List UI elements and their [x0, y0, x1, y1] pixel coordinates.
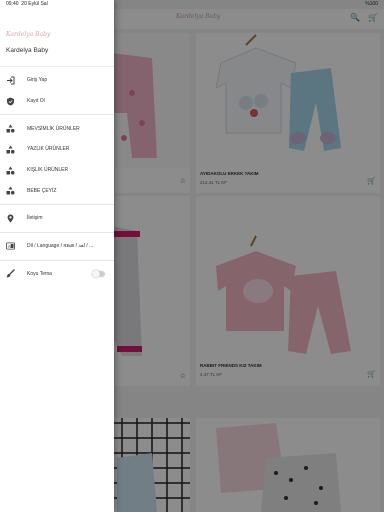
- category-icon: [6, 166, 15, 175]
- toggle-knob: [92, 269, 100, 278]
- dark-theme-toggle[interactable]: [92, 269, 105, 278]
- menu-item-summer[interactable]: YAZLIK ÜRÜNLER: [0, 139, 114, 160]
- menu-item-label: MEVSİMLİK ÜRÜNLER: [27, 125, 80, 132]
- brush-icon: [6, 269, 15, 278]
- brand-name: Kardelya Baby: [6, 47, 49, 54]
- menu-item-language[interactable]: A Dil / Language / язык / لغة / ...: [0, 236, 114, 257]
- drawer-header: Kardelya Baby Kardelya Baby: [0, 9, 114, 67]
- menu-item-label: Giriş Yap: [27, 77, 48, 84]
- svg-text:A: A: [8, 244, 11, 249]
- divider: [0, 259, 114, 261]
- menu-item-label: YAZLIK ÜRÜNLER: [27, 146, 70, 153]
- menu-item-label: Kayıt Ol: [27, 98, 45, 105]
- category-icon: [6, 145, 15, 154]
- menu-item-login[interactable]: Giriş Yap: [0, 70, 114, 91]
- menu-item-baby-dowry[interactable]: BEBE ÇEYİZ: [0, 180, 114, 201]
- status-bar: 09:40 20 Eylül Sal: [0, 0, 114, 9]
- divider: [0, 114, 114, 116]
- navigation-drawer: 09:40 20 Eylül Sal Kardelya Baby Kardely…: [0, 0, 114, 512]
- menu-item-label: İletişim: [27, 215, 43, 222]
- menu-item-seasonal[interactable]: MEVSİMLİK ÜRÜNLER: [0, 118, 114, 139]
- menu-item-label: KIŞLIK ÜRÜNLER: [27, 167, 69, 174]
- login-icon: [6, 76, 15, 85]
- menu-item-label: BEBE ÇEYİZ: [27, 187, 57, 194]
- shield-check-icon: [6, 97, 15, 106]
- category-icon: [6, 186, 15, 195]
- drawer-menu: Giriş Yap Kayıt Ol MEVSİMLİK ÜRÜNLER YAZ…: [0, 68, 114, 284]
- menu-item-register[interactable]: Kayıt Ol: [0, 91, 114, 112]
- menu-item-dark-theme[interactable]: Koyu Tema: [0, 264, 114, 285]
- menu-item-label: Dil / Language / язык / لغة / ...: [27, 243, 94, 250]
- menu-item-label: Koyu Tema: [27, 270, 52, 277]
- menu-item-winter[interactable]: KIŞLIK ÜRÜNLER: [0, 160, 114, 181]
- category-icon: [6, 124, 15, 133]
- translate-icon: A: [6, 242, 15, 251]
- divider: [0, 204, 114, 206]
- menu-item-contact[interactable]: İletişim: [0, 208, 114, 229]
- brand-logo: Kardelya Baby: [6, 31, 51, 38]
- divider: [0, 231, 114, 233]
- status-time: 09:40 20 Eylül Sal: [6, 1, 48, 7]
- location-pin-icon: [6, 214, 15, 223]
